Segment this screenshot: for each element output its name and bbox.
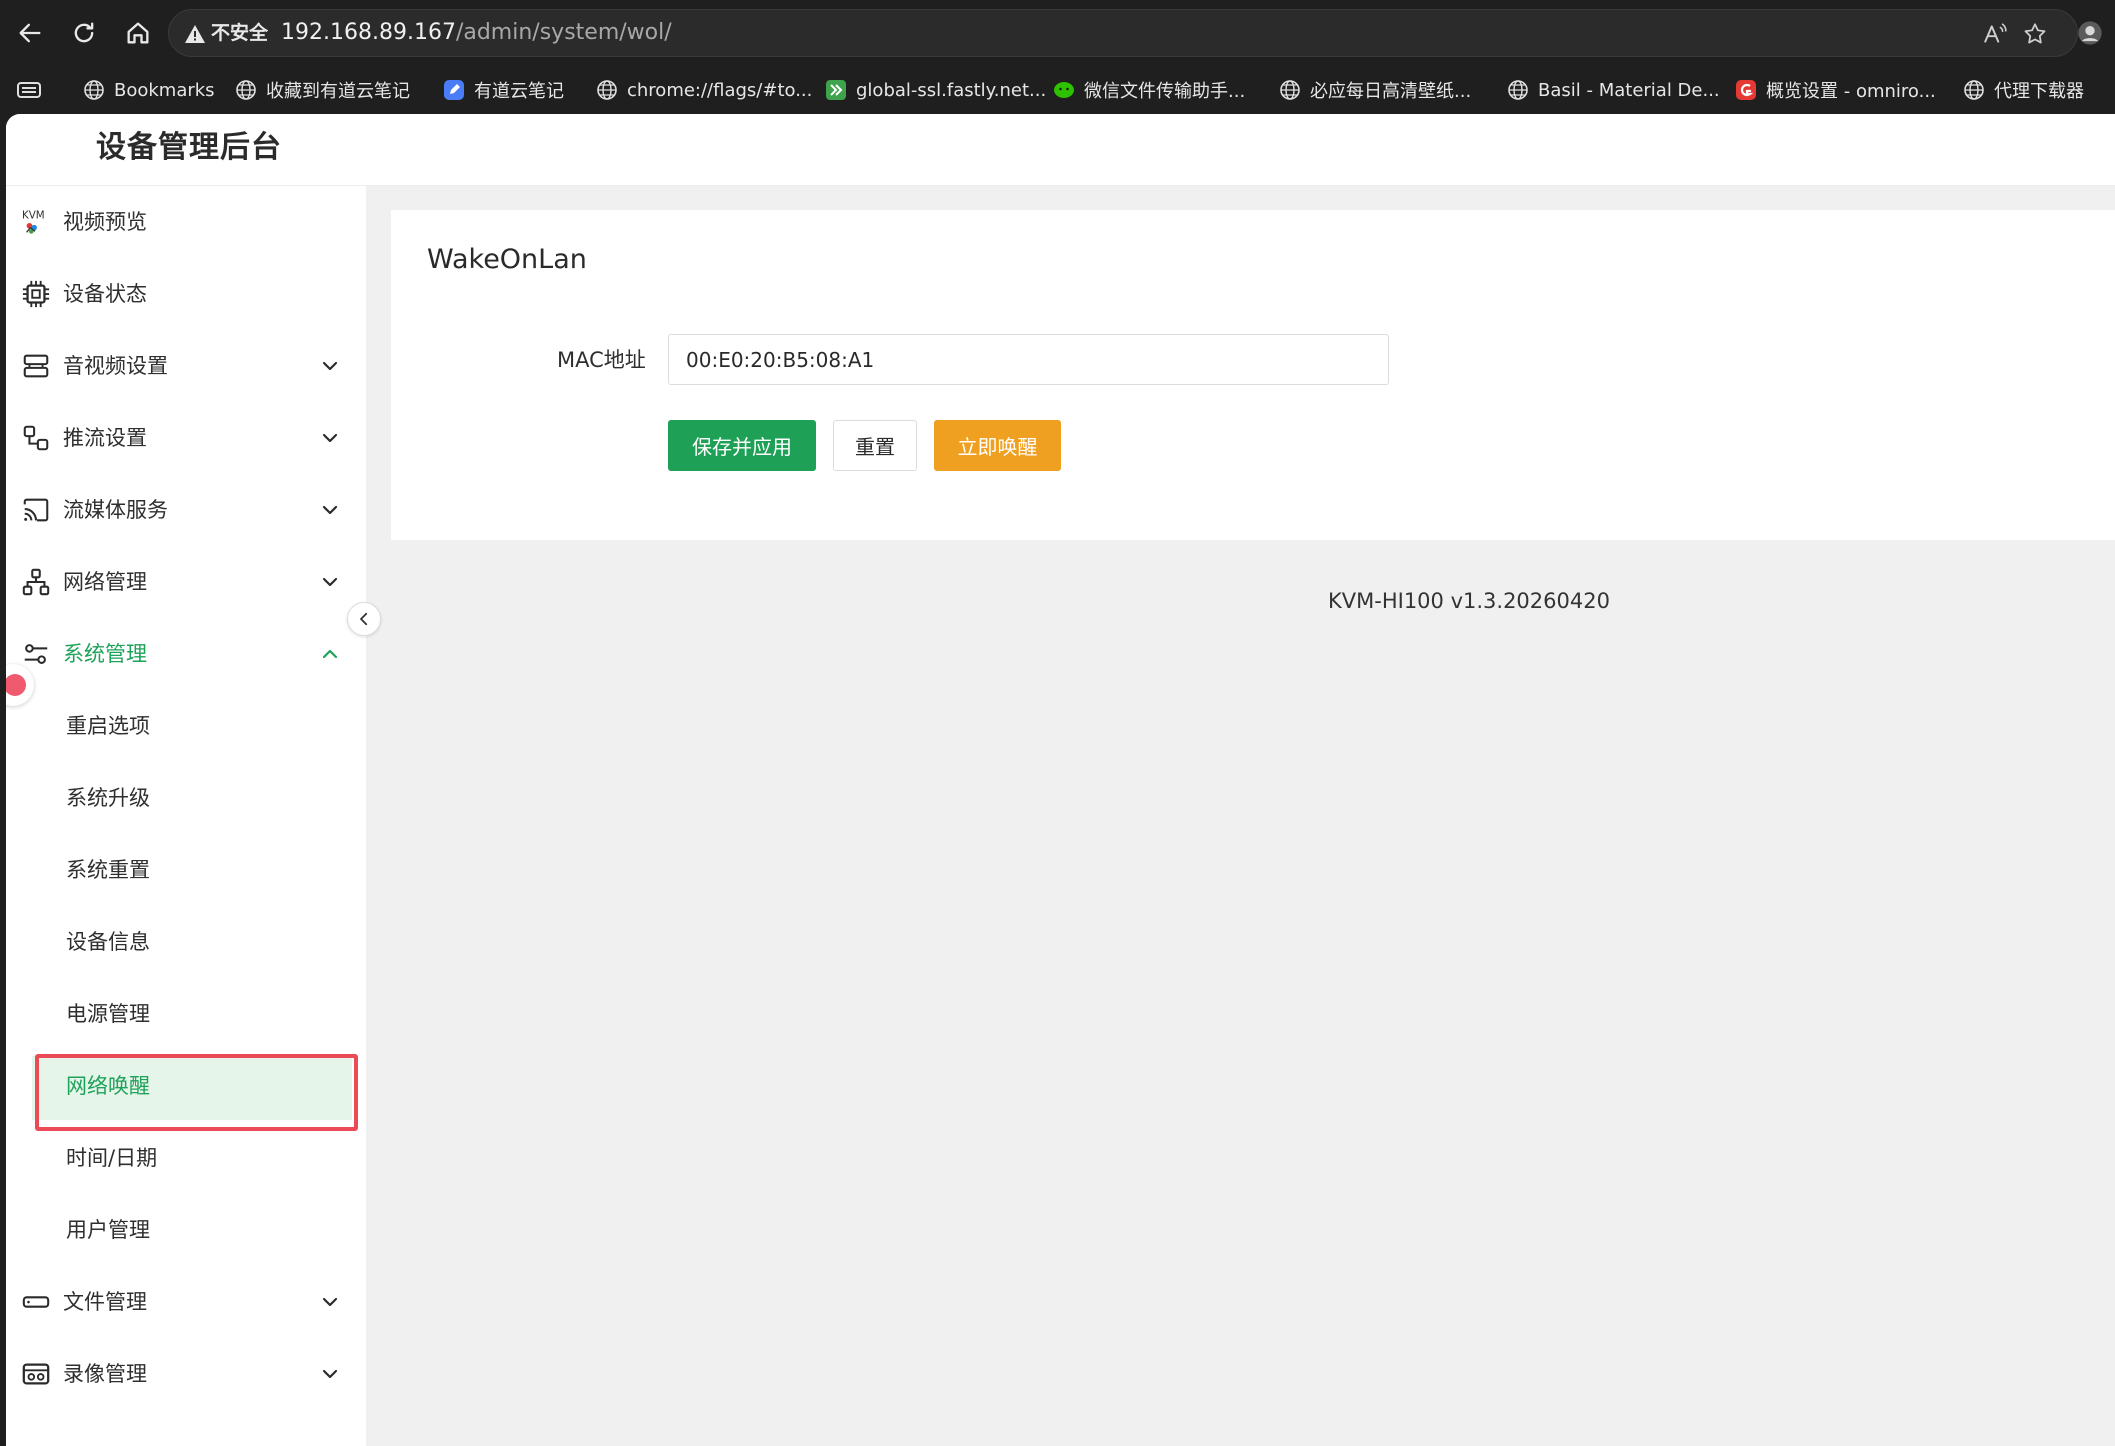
submenu-item-users[interactable]: 用户管理 — [6, 1194, 366, 1266]
submenu-item-wake-on-lan[interactable]: 网络唤醒 — [6, 1050, 366, 1122]
sidebar-item-label: 流媒体服务 — [63, 498, 168, 522]
bookmark-item[interactable]: 有道云笔记 — [442, 74, 564, 106]
warning-icon — [185, 25, 205, 43]
reload-icon — [74, 22, 94, 43]
network-icon — [20, 566, 52, 598]
browser-toolbar: 不安全 192.168.89.167/admin/system/wol/ — [0, 0, 2115, 66]
bookmark-item[interactable]: 微信文件传输助手... — [1052, 74, 1245, 106]
reload-button[interactable] — [62, 11, 106, 55]
chevron-down-icon — [322, 1297, 338, 1307]
fastly-icon — [826, 80, 846, 100]
mac-label: MAC地址 — [557, 348, 646, 372]
home-icon — [127, 22, 149, 44]
bookmarks-bar: Bookmarks 收藏到有道云笔记 有道云笔记 chrome://flags/… — [0, 66, 2115, 114]
page-title: WakeOnLan — [427, 244, 587, 275]
bookmark-item[interactable]: global-ssl.fastly.net... — [824, 74, 1046, 106]
kvm-logo-icon: KVM — [20, 206, 52, 238]
version-text: KVM-HI100 v1.3.20260420 — [1328, 589, 1610, 613]
sidebar-menu: KVM 视频预览 设备状态 音视频设置 推流设置 流媒体服务 网络管理 系统管理… — [6, 186, 366, 1446]
stream-icon — [20, 422, 52, 454]
submenu-item-reset[interactable]: 系统重置 — [6, 834, 366, 906]
mac-address-input[interactable] — [668, 334, 1389, 385]
chevron-down-icon — [322, 505, 338, 515]
bookmark-item[interactable]: Bookmarks — [82, 74, 215, 106]
submenu-item-datetime[interactable]: 时间/日期 — [6, 1122, 366, 1194]
svg-text:KVM: KVM — [22, 209, 45, 221]
globe-icon — [597, 80, 617, 100]
bookmark-item[interactable]: 收藏到有道云笔记 — [234, 74, 410, 106]
globe-icon — [1964, 80, 1984, 100]
app-title: 设备管理后台 — [96, 130, 282, 165]
storage-icon — [20, 1286, 52, 1318]
chevron-down-icon — [322, 577, 338, 587]
bookmark-item[interactable]: 代理下载器 — [1962, 74, 2084, 106]
sidebar-item-label: 音视频设置 — [63, 354, 168, 378]
sidebar-toggle-icon[interactable] — [16, 78, 42, 102]
sidebar-item-label: 录像管理 — [63, 1362, 147, 1386]
sidebar-item-label: 文件管理 — [63, 1290, 147, 1314]
reset-button[interactable]: 重置 — [833, 420, 917, 471]
sliders-icon — [20, 638, 52, 670]
globe-icon — [1508, 80, 1528, 100]
wechat-icon — [1054, 82, 1074, 98]
sidebar-item-video-preview[interactable]: KVM 视频预览 — [6, 186, 366, 258]
chevron-down-icon — [322, 361, 338, 371]
security-label: 不安全 — [211, 22, 269, 44]
read-aloud-button[interactable] — [1980, 20, 2010, 48]
globe-icon — [236, 80, 256, 100]
favorite-button[interactable] — [2020, 20, 2050, 48]
profile-icon[interactable] — [2076, 19, 2104, 47]
read-aloud-icon — [1984, 23, 2007, 43]
sidebar-item-label: 推流设置 — [63, 426, 147, 450]
sidebar-item-recording[interactable]: 录像管理 — [6, 1338, 366, 1410]
star-icon — [2024, 23, 2046, 44]
web-page: 设备管理后台 KVM 视频预览 设备状态 音视频设置 推流设置 流媒体服务 网络… — [6, 114, 2115, 1446]
address-bar[interactable]: 不安全 192.168.89.167/admin/system/wol/ — [168, 9, 2078, 57]
sidebar-item-label: 设备状态 — [63, 282, 147, 306]
av-settings-icon — [20, 350, 52, 382]
recorder-icon — [20, 1358, 52, 1390]
url-text: 192.168.89.167/admin/system/wol/ — [281, 20, 672, 45]
sidebar-item-av-settings[interactable]: 音视频设置 — [6, 330, 366, 402]
sidebar-item-network[interactable]: 网络管理 — [6, 546, 366, 618]
screen: 不安全 192.168.89.167/admin/system/wol/ Boo… — [0, 0, 2115, 1446]
bookmark-item[interactable]: Basil - Material De... — [1506, 74, 1720, 106]
sidebar-item-system[interactable]: 系统管理 — [6, 618, 366, 690]
bookmark-item[interactable]: 必应每日高清壁纸... — [1278, 74, 1471, 106]
home-button[interactable] — [116, 11, 160, 55]
cast-icon — [20, 494, 52, 526]
chip-icon — [20, 278, 52, 310]
sidebar-item-label: 视频预览 — [63, 210, 147, 234]
bookmark-item[interactable]: chrome://flags/#to... — [595, 74, 812, 106]
youdao-note-icon — [444, 80, 464, 100]
chevron-down-icon — [322, 433, 338, 443]
sidebar-item-stream-settings[interactable]: 推流设置 — [6, 402, 366, 474]
sidebar-item-device-status[interactable]: 设备状态 — [6, 258, 366, 330]
sidebar-item-files[interactable]: 文件管理 — [6, 1266, 366, 1338]
submenu-item-upgrade[interactable]: 系统升级 — [6, 762, 366, 834]
globe-icon — [1280, 80, 1300, 100]
omnirom-icon — [1736, 80, 1756, 100]
bookmark-item[interactable]: 概览设置 - omniro... — [1734, 74, 1936, 106]
sidebar-collapse-button[interactable] — [347, 602, 381, 636]
submenu-item-power[interactable]: 电源管理 — [6, 978, 366, 1050]
submenu-item-reboot[interactable]: 重启选项 — [6, 690, 366, 762]
submenu-item-device-info[interactable]: 设备信息 — [6, 906, 366, 978]
sidebar-item-label: 系统管理 — [63, 642, 147, 666]
sidebar-item-media-service[interactable]: 流媒体服务 — [6, 474, 366, 546]
save-apply-button[interactable]: 保存并应用 — [668, 420, 816, 471]
sidebar-item-label: 网络管理 — [63, 570, 147, 594]
chevron-left-icon — [360, 612, 368, 626]
chevron-up-icon — [322, 649, 338, 659]
chevron-down-icon — [322, 1369, 338, 1379]
globe-icon — [84, 80, 104, 100]
wake-now-button[interactable]: 立即唤醒 — [934, 420, 1061, 471]
wol-card: WakeOnLan MAC地址 保存并应用 重置 立即唤醒 — [391, 210, 2115, 540]
app-header: 设备管理后台 — [6, 114, 2115, 186]
back-button[interactable] — [8, 11, 52, 55]
back-arrow-icon — [19, 23, 41, 43]
